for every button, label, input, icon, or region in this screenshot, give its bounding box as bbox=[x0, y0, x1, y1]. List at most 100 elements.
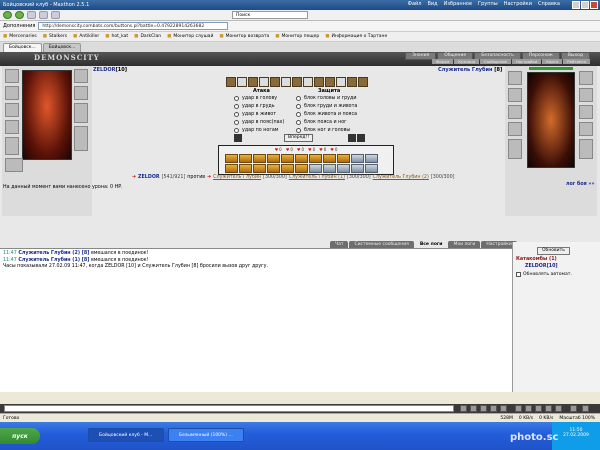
attack-option[interactable]: удар по ногам bbox=[234, 126, 284, 134]
forward-icon[interactable] bbox=[15, 11, 24, 19]
action-icon[interactable] bbox=[237, 77, 247, 87]
bookmark-item[interactable]: Информация о Тартане bbox=[325, 34, 388, 39]
address-input[interactable]: http://demonscity.combats.com/buttons.pl… bbox=[38, 22, 229, 30]
effect-icon[interactable] bbox=[351, 154, 364, 163]
gloves-slot[interactable] bbox=[74, 86, 88, 100]
effect-icon[interactable] bbox=[281, 164, 294, 173]
bookmark-item[interactable]: Монитор возврата bbox=[219, 34, 270, 39]
action-icon[interactable] bbox=[248, 77, 258, 87]
chat-log[interactable]: 11:47 Служитель Глубин (2) [8] вмешался … bbox=[0, 248, 512, 392]
start-button[interactable]: пуск bbox=[0, 428, 40, 444]
defense-option[interactable]: блок груди и живота bbox=[296, 102, 357, 110]
radio-button[interactable] bbox=[296, 95, 301, 101]
action-icon[interactable] bbox=[358, 77, 368, 87]
helmet-slot[interactable] bbox=[5, 69, 19, 83]
radio-button[interactable] bbox=[234, 127, 239, 133]
defense-option[interactable]: блок ног и головы bbox=[296, 126, 357, 134]
effect-icon[interactable] bbox=[295, 154, 308, 163]
effect-icon[interactable] bbox=[281, 154, 294, 163]
participant-enemy[interactable]: Служитель Глубин bbox=[213, 175, 261, 180]
close-button[interactable] bbox=[590, 1, 598, 9]
action-icon[interactable] bbox=[259, 77, 269, 87]
action-icon[interactable] bbox=[303, 77, 313, 87]
effect-icon[interactable] bbox=[253, 164, 266, 173]
defense-option[interactable]: блок пояса и ног bbox=[296, 118, 357, 126]
effect-icon[interactable] bbox=[323, 154, 336, 163]
radio-button[interactable] bbox=[296, 103, 301, 109]
chat-tool-icon[interactable] bbox=[500, 405, 507, 412]
message-sender[interactable]: Служитель Глубин (1) [8] bbox=[18, 258, 89, 263]
tab-system-messages[interactable]: Системные сообщения bbox=[349, 241, 414, 248]
effect-icon[interactable] bbox=[225, 154, 238, 163]
chat-tool-icon[interactable] bbox=[490, 405, 497, 412]
taskbar-item-browser[interactable]: Бойцовский клуб - М... bbox=[88, 428, 164, 442]
bookmark-item[interactable]: Mercenaries bbox=[3, 34, 36, 39]
effect-icon[interactable] bbox=[337, 164, 350, 173]
shield-icon[interactable] bbox=[234, 134, 242, 142]
enemy-name[interactable]: Служитель Глубин [8] bbox=[438, 67, 502, 73]
addons-dropdown[interactable]: Дополнения bbox=[3, 23, 35, 29]
chat-tool-icon[interactable] bbox=[480, 405, 487, 412]
menu-view[interactable]: Вид bbox=[428, 1, 438, 7]
online-user[interactable]: ZELDOR[10] bbox=[525, 264, 558, 269]
shield-icon[interactable] bbox=[348, 134, 356, 142]
chat-input[interactable] bbox=[4, 405, 454, 412]
radio-button[interactable] bbox=[234, 119, 239, 125]
effect-icon[interactable] bbox=[239, 154, 252, 163]
action-icon[interactable] bbox=[336, 77, 346, 87]
tab-all-logs[interactable]: Все логи bbox=[414, 241, 448, 248]
boots-slot[interactable] bbox=[74, 126, 88, 151]
chat-tool-icon[interactable] bbox=[582, 405, 589, 412]
participant-enemy[interactable]: Служитель Глубин (1) bbox=[289, 175, 345, 180]
tab-chat[interactable]: Чат bbox=[330, 241, 349, 248]
attack-option[interactable]: удар в грудь bbox=[234, 102, 284, 110]
chat-tool-icon[interactable] bbox=[525, 405, 532, 412]
effect-icon[interactable] bbox=[323, 164, 336, 173]
bookmark-item[interactable]: hot_kat bbox=[105, 34, 129, 39]
sub-menu-item[interactable]: Форум bbox=[432, 59, 454, 64]
participant-player[interactable]: ZELDOR bbox=[138, 175, 160, 180]
sub-menu-item[interactable]: Кузница bbox=[454, 59, 480, 64]
attack-option[interactable]: удар в голову bbox=[234, 94, 284, 102]
action-icon[interactable] bbox=[281, 77, 291, 87]
sub-menu-item[interactable]: Карта bbox=[542, 59, 563, 64]
radio-button[interactable] bbox=[234, 103, 239, 109]
home-icon[interactable] bbox=[51, 11, 60, 19]
tab-combats-1[interactable]: Бойцовск... bbox=[3, 43, 42, 52]
bookmark-item[interactable]: Stalkers bbox=[43, 34, 67, 39]
radio-button[interactable] bbox=[234, 95, 239, 101]
radio-button[interactable] bbox=[234, 111, 239, 117]
checkbox[interactable] bbox=[516, 272, 521, 277]
effect-icon[interactable] bbox=[267, 164, 280, 173]
sub-menu-item[interactable]: Настройки bbox=[511, 59, 542, 64]
auto-refresh-toggle[interactable]: Обновлять автомат. bbox=[516, 272, 572, 277]
maximize-button[interactable] bbox=[581, 1, 589, 9]
chat-tool-icon[interactable] bbox=[515, 405, 522, 412]
bookmark-item[interactable]: DarkClan bbox=[134, 34, 161, 39]
menu-file[interactable]: Файл bbox=[408, 1, 422, 7]
effect-icon[interactable] bbox=[309, 154, 322, 163]
chat-tool-icon[interactable] bbox=[460, 405, 467, 412]
menu-settings[interactable]: Настройки bbox=[504, 1, 532, 7]
effect-icon[interactable] bbox=[365, 164, 378, 173]
effect-icon[interactable] bbox=[337, 154, 350, 163]
refresh-icon[interactable] bbox=[27, 11, 36, 19]
refresh-button[interactable]: Обновить bbox=[537, 247, 570, 255]
player-name[interactable]: ZELDOR[10] bbox=[93, 67, 127, 73]
action-icon[interactable] bbox=[270, 77, 280, 87]
action-icon[interactable] bbox=[226, 77, 236, 87]
shield-slot[interactable] bbox=[74, 103, 88, 123]
effect-icon[interactable] bbox=[253, 154, 266, 163]
message-sender[interactable]: Служитель Глубин (2) [8] bbox=[18, 251, 89, 256]
attack-option[interactable]: удар в живот bbox=[234, 110, 284, 118]
action-icon[interactable] bbox=[292, 77, 302, 87]
chat-tool-icon[interactable] bbox=[570, 405, 577, 412]
defense-option[interactable]: блок живота и пояса bbox=[296, 110, 357, 118]
sub-menu-item[interactable]: Рейтинги bbox=[563, 59, 590, 64]
effect-icon[interactable] bbox=[365, 154, 378, 163]
effect-icon[interactable] bbox=[267, 154, 280, 163]
effect-icon[interactable] bbox=[351, 164, 364, 173]
stop-icon[interactable] bbox=[39, 11, 48, 19]
tab-combats-2[interactable]: Бойцовск... bbox=[42, 43, 82, 52]
weapon-slot[interactable] bbox=[5, 103, 19, 117]
